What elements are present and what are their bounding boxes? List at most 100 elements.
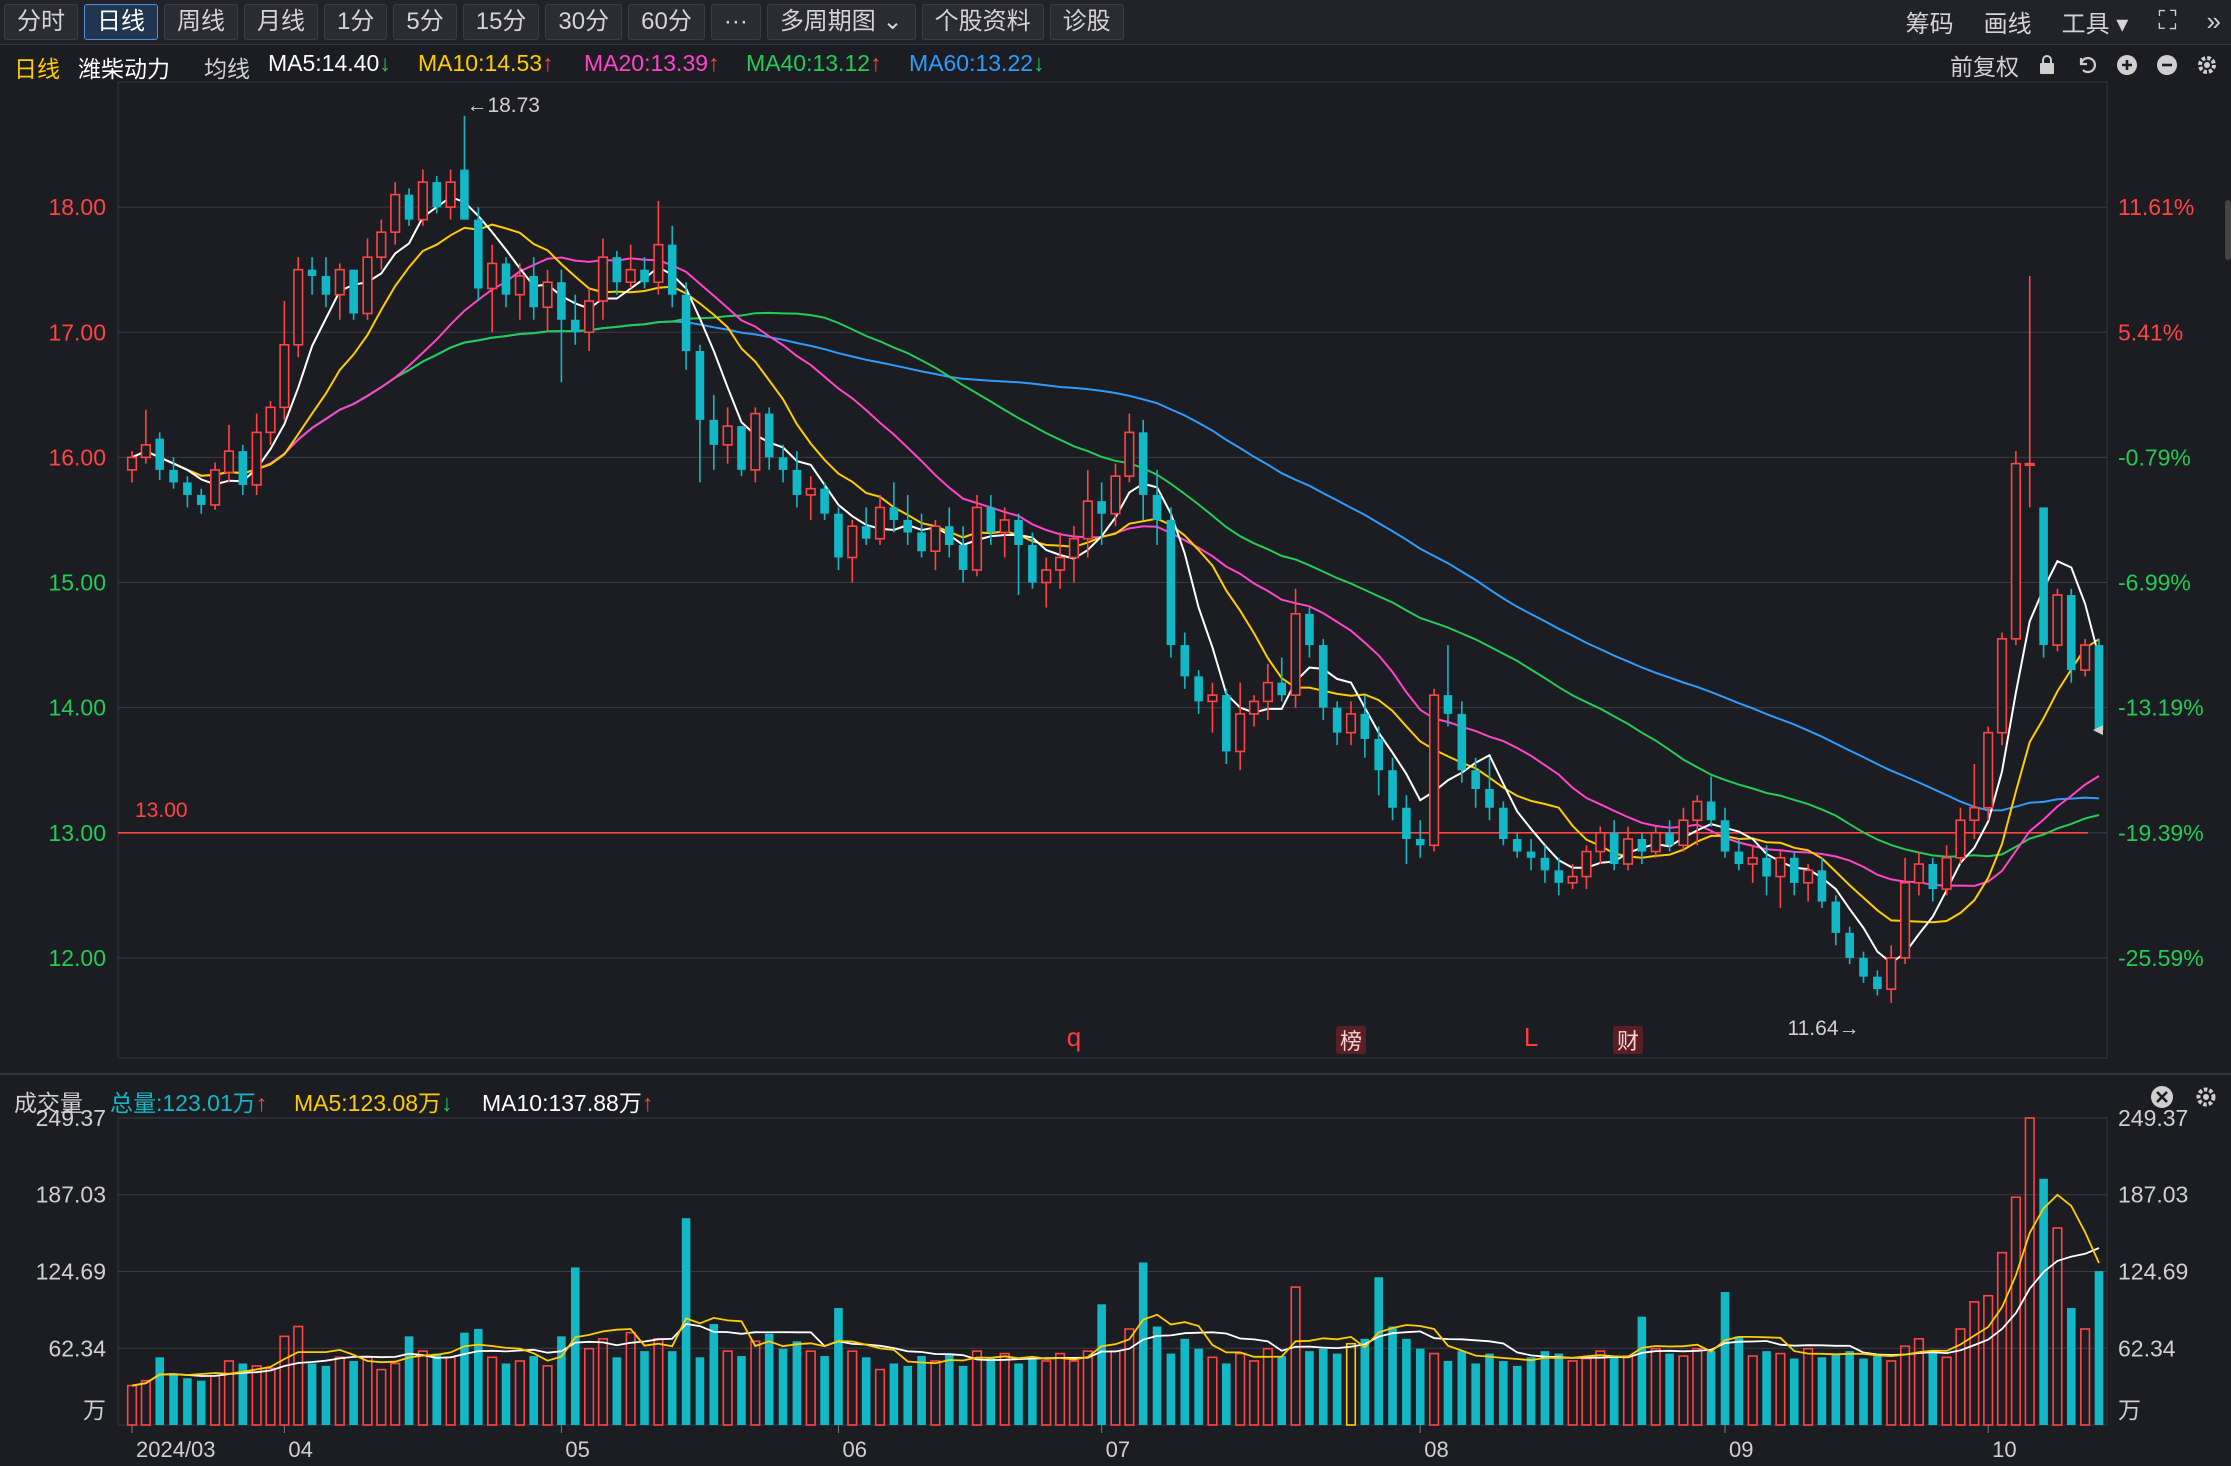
volume-bar [1692, 1347, 1703, 1426]
volume-bar [1747, 1355, 1758, 1426]
volume-bar [155, 1357, 164, 1425]
volume-bar [140, 1379, 151, 1426]
volume-bar [210, 1374, 221, 1426]
right-tick-label: -25.59% [2118, 945, 2204, 971]
candle [196, 488, 206, 514]
volume-bar [1762, 1351, 1771, 1425]
volume-bar [584, 1347, 595, 1426]
x-tick-label: 09 [1729, 1437, 1753, 1462]
candle [834, 507, 843, 570]
candle [1110, 463, 1121, 527]
volume-bar [1859, 1358, 1868, 1425]
volume-bar [1706, 1351, 1716, 1425]
candle [1803, 864, 1814, 902]
volume-bar [1540, 1351, 1550, 1425]
volume-bar [279, 1335, 290, 1426]
volume-bar [1402, 1338, 1411, 1425]
volume-bar [1222, 1363, 1231, 1425]
candle [1235, 682, 1246, 771]
y-tick-label: 17.00 [48, 319, 106, 345]
volume-bar [1124, 1328, 1135, 1426]
volume-right-tick-label: 187.03 [2118, 1182, 2188, 1208]
volume-bar [1499, 1360, 1508, 1425]
volume-bar [695, 1357, 705, 1425]
volume-bar [265, 1367, 276, 1426]
volume-y-tick-label: 249.37 [36, 1105, 106, 1131]
volume-bar [889, 1363, 899, 1425]
volume-bar [917, 1356, 926, 1425]
candle [334, 263, 345, 320]
candle [487, 244, 498, 333]
candle [2024, 275, 2035, 508]
candle [1845, 926, 1854, 965]
candle [1928, 857, 1938, 902]
volume-bar [930, 1360, 941, 1426]
ma40-line [131, 311, 2100, 858]
volume-bar [1567, 1360, 1578, 1426]
candle [1290, 588, 1301, 708]
volume-bar [834, 1308, 843, 1425]
volume-bar [653, 1338, 664, 1426]
volume-bar [681, 1218, 691, 1425]
candle [293, 257, 304, 358]
volume-bar [196, 1380, 206, 1425]
candle [805, 476, 816, 520]
candle [903, 494, 913, 545]
volume-bar [501, 1363, 511, 1425]
volume-bar [903, 1365, 913, 1425]
candle [750, 407, 761, 483]
volume-bar [1471, 1363, 1480, 1425]
volume-bar [169, 1373, 178, 1425]
candle [279, 300, 290, 420]
volume-bar [487, 1356, 498, 1426]
candle [1415, 820, 1425, 858]
volume-bar [1360, 1338, 1370, 1425]
candle [722, 407, 733, 464]
candle [597, 238, 609, 320]
volume-bar [1817, 1357, 1827, 1425]
volume-bar [861, 1357, 871, 1425]
volume-unit-label: 万 [83, 1397, 106, 1423]
candle [223, 424, 235, 483]
candle [183, 476, 192, 508]
candle [737, 426, 746, 477]
candle [1955, 807, 1966, 865]
volume-bar [778, 1348, 788, 1425]
volume-bar [1941, 1356, 1952, 1426]
ma5-line [131, 195, 2100, 965]
candle [1262, 663, 1273, 721]
candle [792, 451, 802, 508]
candle [1581, 845, 1592, 890]
volume-bar [307, 1363, 317, 1425]
candle [1831, 895, 1841, 946]
candle [1678, 807, 1689, 852]
candle [1124, 413, 1135, 483]
volume-right-tick-label: 249.37 [2118, 1105, 2188, 1131]
candle [1152, 469, 1162, 545]
candle [1595, 826, 1606, 865]
volume-bar [542, 1365, 553, 1426]
candle [557, 269, 566, 383]
candle [1138, 419, 1148, 520]
candle [874, 494, 886, 545]
candle [958, 526, 968, 583]
candle [944, 507, 954, 558]
volume-unit-label-right: 万 [2118, 1397, 2141, 1423]
volume-bar [404, 1336, 414, 1425]
volume-bar [1485, 1353, 1494, 1425]
volume-bar [1969, 1301, 1980, 1426]
volume-bar [432, 1353, 442, 1425]
candle [1512, 832, 1522, 858]
ma20-line [131, 256, 2100, 887]
max-price-label: ←18.73 [466, 94, 540, 117]
volume-bar [183, 1378, 192, 1425]
volume-bar [1277, 1356, 1287, 1425]
candle [2052, 588, 2063, 652]
candle [1526, 839, 1536, 871]
volume-bar [986, 1357, 996, 1425]
volume-bar [737, 1356, 746, 1425]
volume-bar [1845, 1351, 1854, 1425]
stock-chart[interactable]: 12.00 13.00 14.00 15.00 16.00 17.00 18.00 11.61… [0, 0, 2231, 1466]
candle [2067, 588, 2076, 683]
candle [2010, 451, 2021, 646]
